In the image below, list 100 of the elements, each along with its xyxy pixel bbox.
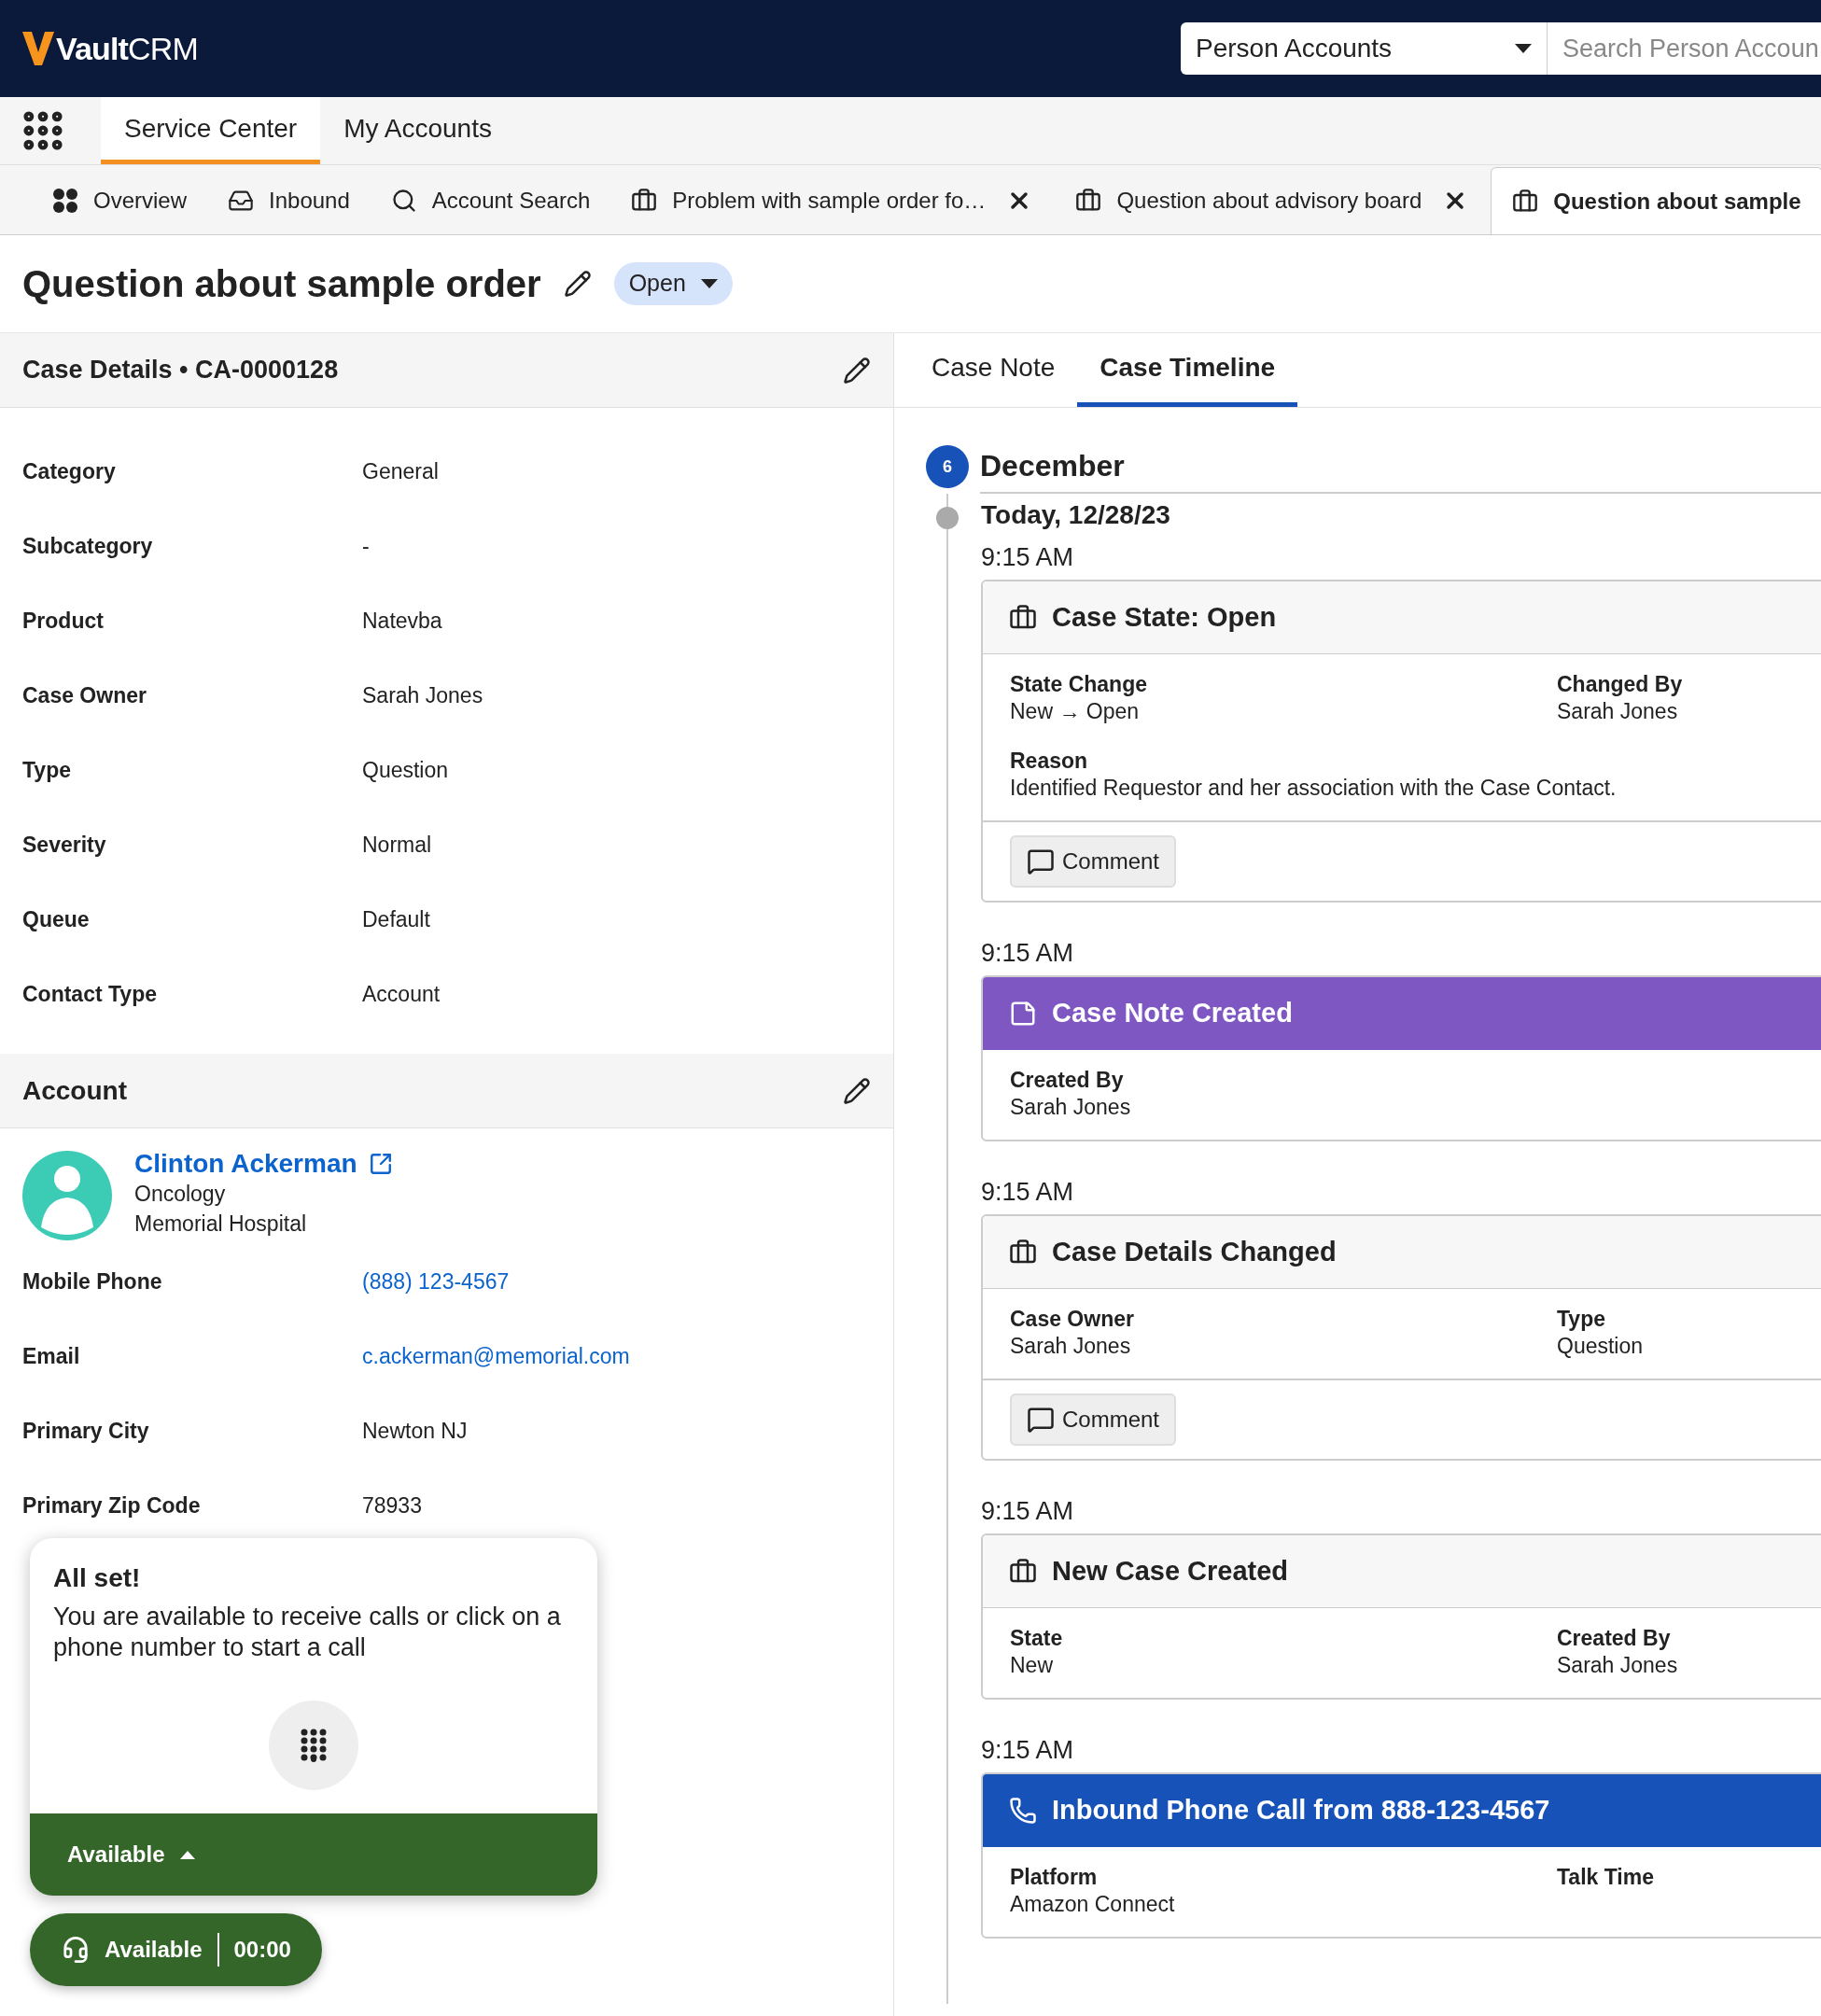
- search-field[interactable]: Search Person Accoun: [1548, 22, 1821, 75]
- dialpad-icon: [301, 1728, 327, 1762]
- day-heading: Today, 12/28/23: [981, 499, 1171, 531]
- field-value: General: [362, 457, 439, 485]
- call-timer: 00:00: [233, 1936, 291, 1964]
- field-label: Platform: [1010, 1864, 1099, 1891]
- field-label: Subcategory: [22, 532, 154, 560]
- field-value: Sarah Jones: [362, 681, 483, 709]
- avatar-icon: [22, 1151, 112, 1240]
- workspace-tab[interactable]: Account Search: [370, 167, 611, 234]
- field-label: State Change: [1010, 671, 1148, 698]
- phone-icon: [1009, 1797, 1037, 1825]
- comment-button[interactable]: Comment: [1010, 835, 1177, 888]
- detail-tab[interactable]: Case Timeline: [1077, 333, 1298, 407]
- workspace-tab[interactable]: Question about advisory board: [1055, 167, 1443, 234]
- section-title: Case Details • CA-0000128: [22, 355, 339, 386]
- field-label: Case Owner: [1010, 1306, 1135, 1333]
- field-label: Created By: [1557, 1625, 1672, 1652]
- object-select[interactable]: Person Accounts: [1181, 22, 1548, 75]
- nav-tab[interactable]: My Accounts: [320, 97, 515, 164]
- event-title: Case Details Changed: [1052, 1235, 1337, 1268]
- field-value: Question: [1557, 1333, 1645, 1360]
- field-label: Created By: [1010, 1067, 1125, 1094]
- event-title: Case Note Created: [1052, 997, 1293, 1030]
- field-label: Reason: [1010, 748, 1089, 775]
- field-value: Newton NJ: [362, 1417, 468, 1445]
- field-value: Question: [362, 756, 449, 784]
- event-title: Case State: Open: [1052, 600, 1277, 634]
- count-badge: 6: [926, 445, 969, 488]
- field-label: Talk Time: [1557, 1864, 1655, 1891]
- status-label: Available: [105, 1936, 203, 1964]
- field-label: Type: [22, 756, 72, 784]
- search-icon: [390, 188, 417, 214]
- popup-title: All set!: [53, 1562, 142, 1594]
- field-value: 78933: [362, 1491, 422, 1519]
- field-value: Natevba: [362, 607, 442, 635]
- event-time: 9:15 AM: [981, 1176, 1075, 1208]
- briefcase-icon: [631, 188, 658, 214]
- field-label: Mobile Phone: [22, 1267, 163, 1295]
- briefcase-icon: [1075, 188, 1102, 214]
- field-label: Changed By: [1557, 671, 1684, 698]
- caret-up-icon: [179, 1850, 195, 1859]
- app-logo: VaultCRM: [56, 29, 198, 68]
- field-value: Amazon Connect: [1010, 1891, 1176, 1918]
- page-title: Question about sample order: [22, 262, 541, 306]
- section-title: Account: [22, 1074, 127, 1107]
- field-label: State: [1010, 1625, 1064, 1652]
- headset-icon: [62, 1936, 90, 1964]
- field-label: Type: [1557, 1306, 1606, 1333]
- event-title: New Case Created: [1052, 1554, 1289, 1588]
- comment-button[interactable]: Comment: [1010, 1393, 1177, 1446]
- field-value: Identified Requestor and her association with the Case Contact.: [1010, 775, 1618, 802]
- workspace-tab[interactable]: Overview: [32, 167, 208, 234]
- field-value: New → Open: [1010, 698, 1141, 725]
- note-icon: [1009, 1000, 1037, 1028]
- event-title: Inbound Phone Call from 888-123-4567: [1052, 1794, 1550, 1827]
- field-value: Sarah Jones: [1557, 1652, 1679, 1679]
- contact-organization: Memorial Hospital: [134, 1211, 308, 1238]
- field-label: Queue: [22, 905, 91, 933]
- contact-name-link[interactable]: Clinton Ackerman: [134, 1149, 357, 1179]
- workspace-tab[interactable]: Question about sample: [1491, 167, 1821, 234]
- status-menu-button[interactable]: Available: [30, 1813, 597, 1896]
- field-label: Contact Type: [22, 980, 158, 1008]
- event-time: 9:15 AM: [981, 541, 1075, 573]
- field-value: -: [362, 532, 370, 560]
- event-time: 9:15 AM: [981, 1495, 1075, 1527]
- field-value: Account: [362, 980, 441, 1008]
- workspace-tab[interactable]: Problem with sample order fo…: [610, 167, 1007, 234]
- field-label: Severity: [22, 831, 107, 859]
- edit-icon[interactable]: [563, 270, 592, 298]
- dots-icon: [52, 188, 78, 214]
- field-value: Sarah Jones: [1557, 698, 1679, 725]
- field-label: Product: [22, 607, 105, 635]
- field-value: Sarah Jones: [1010, 1333, 1132, 1360]
- field-label: Primary City: [22, 1417, 150, 1445]
- field-label: Email: [22, 1342, 81, 1370]
- status-dropdown[interactable]: Open: [613, 262, 733, 305]
- edit-icon[interactable]: [843, 356, 871, 385]
- caret-icon: [1515, 44, 1532, 53]
- field-link[interactable]: (888) 123-4567: [362, 1265, 510, 1298]
- comment-icon: [1027, 847, 1055, 875]
- nav-tab[interactable]: Service Center: [101, 97, 321, 164]
- field-value: Normal: [362, 831, 432, 859]
- field-label: Category: [22, 457, 117, 485]
- workspace-tab[interactable]: Inbound: [207, 167, 371, 234]
- field-value: Default: [362, 905, 430, 933]
- comment-icon: [1027, 1406, 1055, 1434]
- logo-icon: [22, 32, 54, 65]
- month-heading: December: [980, 440, 1821, 494]
- edit-icon[interactable]: [843, 1076, 871, 1105]
- field-value: New: [1010, 1652, 1054, 1679]
- field-label: Case Owner: [22, 681, 147, 709]
- softphone-status-pill[interactable]: Available 00:00: [30, 1913, 322, 1986]
- caret-icon: [700, 279, 718, 288]
- field-label: Primary Zip Code: [22, 1491, 202, 1519]
- field-link[interactable]: c.ackerman@memorial.com: [362, 1339, 630, 1373]
- external-link-icon[interactable]: [368, 1152, 393, 1176]
- popup-message: You are available to receive calls or click on a phone number to start a call: [53, 1602, 562, 1663]
- event-time: 9:15 AM: [981, 937, 1075, 969]
- detail-tab[interactable]: Case Note: [909, 333, 1078, 407]
